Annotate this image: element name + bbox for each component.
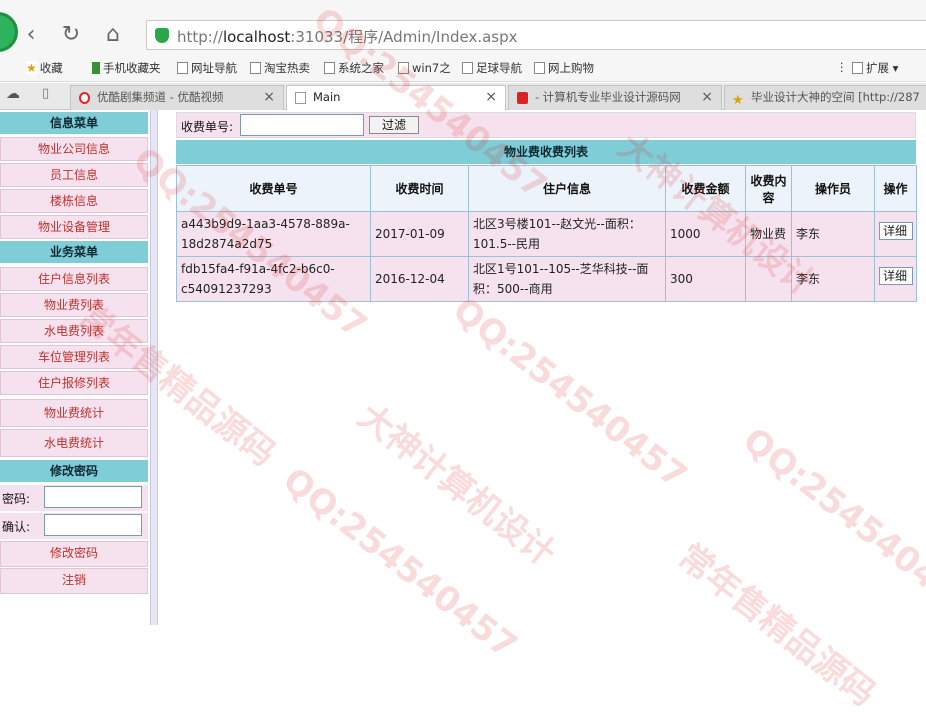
confirm-row: 确认: [0, 513, 148, 539]
confirm-input[interactable] [44, 514, 142, 536]
page-icon[interactable]: ▯ [42, 86, 49, 101]
column-header: 操作 [874, 165, 917, 212]
site-icon [517, 92, 528, 104]
tab-main[interactable]: Main × [286, 85, 506, 111]
tab-youku[interactable]: 优酷剧集频道 - 优酷视频 × [70, 85, 284, 110]
star-icon: ★ [732, 93, 744, 108]
operator-cell: 李东 [791, 211, 875, 257]
fee-table: 收费单号 收费时间 住户信息 收费金额 收费内容 操作员 操作 a443b9d9… [176, 165, 917, 302]
back-icon[interactable]: ‹ [16, 20, 46, 50]
fee-id-input[interactable] [240, 114, 364, 136]
sidebar: 信息菜单 物业公司信息 员工信息 楼栋信息 物业设备管理 业务菜单 住户信息列表… [0, 110, 152, 640]
table-row: a443b9d9-1aa3-4578-889a-18d2874a2d75 201… [176, 211, 917, 257]
menu-item-property-stats[interactable]: 物业费统计 [0, 399, 148, 427]
amount-cell: 1000 [665, 211, 746, 257]
fee-id-cell: a443b9d9-1aa3-4578-889a-18d2874a2d75 [176, 211, 371, 257]
menu-item-company[interactable]: 物业公司信息 [0, 137, 148, 161]
more-icon[interactable]: ⋮ [836, 60, 848, 74]
close-icon[interactable]: × [701, 86, 713, 109]
bookmark-item[interactable]: 网址导航 [177, 60, 237, 76]
change-password-button[interactable]: 修改密码 [0, 541, 148, 567]
filter-button[interactable]: 过滤 [369, 116, 419, 134]
content-cell: 物业费 [745, 211, 792, 257]
cloud-icon[interactable]: ☁ [6, 86, 20, 102]
menu-item-repairs[interactable]: 住户报修列表 [0, 371, 148, 395]
secure-shield-icon [155, 28, 169, 43]
column-header: 收费单号 [176, 165, 371, 212]
bookmark-item[interactable]: 网上购物 [534, 60, 594, 76]
action-cell: 详细 [874, 256, 917, 302]
page-icon [295, 92, 306, 104]
extensions-button[interactable]: 扩展 ▾ [852, 60, 898, 76]
phone-icon [92, 62, 100, 74]
page-icon [534, 62, 545, 74]
confirm-label: 确认: [2, 520, 31, 534]
column-header: 操作员 [791, 165, 875, 212]
filter-label: 收费单号: [181, 120, 234, 134]
bookmark-item[interactable]: 足球导航 [462, 60, 522, 76]
fee-id-cell: fdb15fa4-f91a-4fc2-b6c0-c54091237293 [176, 256, 371, 302]
table-title: 物业费收费列表 [176, 140, 916, 164]
fee-time-cell: 2017-01-09 [370, 211, 469, 257]
page-content: 信息菜单 物业公司信息 员工信息 楼栋信息 物业设备管理 业务菜单 住户信息列表… [0, 110, 926, 640]
star-icon: ★ [26, 61, 37, 75]
filter-bar: 收费单号: 过滤 [176, 112, 916, 138]
password-input[interactable] [44, 486, 142, 508]
menu-item-staff[interactable]: 员工信息 [0, 163, 148, 187]
grid-icon [852, 62, 863, 74]
tab-strip: ☁ ▯ 优酷剧集频道 - 优酷视频 × Main × - 计算机专业毕业设计源码… [0, 83, 926, 111]
resident-cell: 北区3号楼101--赵文光--面积：101.5--民用 [468, 211, 666, 257]
table-row: fdb15fa4-f91a-4fc2-b6c0-c54091237293 201… [176, 256, 917, 302]
bookmark-item[interactable]: ★ 收藏 [26, 60, 63, 76]
browser-toolbar: ‹ ↻ ⌂ http://localhost:31033/程序/Admin/In… [0, 0, 926, 56]
menu-item-residents[interactable]: 住户信息列表 [0, 267, 148, 291]
bookmark-item[interactable]: 手机收藏夹 [92, 60, 161, 76]
amount-cell: 300 [665, 256, 746, 302]
tab-space[interactable]: ★ 毕业设计大神的空间 [http://287 [724, 85, 926, 110]
password-label: 密码: [2, 492, 31, 506]
bookmark-item[interactable]: 淘宝热卖 [250, 60, 310, 76]
close-icon[interactable]: × [485, 86, 497, 109]
resident-cell: 北区1号101--105--芝华科技--面积：500--商用 [468, 256, 666, 302]
menu-item-property-fee[interactable]: 物业费列表 [0, 293, 148, 317]
operator-cell: 李东 [791, 256, 875, 302]
logout-button[interactable]: 注销 [0, 568, 148, 594]
page-icon [250, 62, 261, 74]
table-header-row: 收费单号 收费时间 住户信息 收费金额 收费内容 操作员 操作 [176, 165, 917, 212]
menu-header-info: 信息菜单 [0, 112, 148, 134]
column-header: 收费内容 [745, 165, 792, 212]
page-icon [398, 62, 409, 74]
tab-source-site[interactable]: - 计算机专业毕业设计源码网 × [508, 85, 722, 110]
page-icon [462, 62, 473, 74]
menu-item-utility-fee[interactable]: 水电费列表 [0, 319, 148, 343]
detail-button[interactable]: 详细 [879, 222, 913, 240]
column-header: 收费金额 [665, 165, 746, 212]
page-icon [177, 62, 188, 74]
home-icon[interactable]: ⌂ [98, 20, 128, 50]
bookmark-item[interactable]: win7之 [398, 60, 451, 76]
column-header: 住户信息 [468, 165, 666, 212]
action-cell: 详细 [874, 211, 917, 257]
menu-item-parking[interactable]: 车位管理列表 [0, 345, 148, 369]
column-header: 收费时间 [370, 165, 469, 212]
content-cell [745, 256, 792, 302]
menu-item-equipment[interactable]: 物业设备管理 [0, 215, 148, 239]
detail-button[interactable]: 详细 [879, 267, 913, 285]
menu-header-password: 修改密码 [0, 460, 148, 482]
fee-time-cell: 2016-12-04 [370, 256, 469, 302]
menu-item-building[interactable]: 楼栋信息 [0, 189, 148, 213]
address-bar[interactable]: http://localhost:31033/程序/Admin/Index.as… [146, 20, 926, 50]
youku-icon [79, 92, 90, 104]
menu-header-business: 业务菜单 [0, 241, 148, 263]
frame-divider[interactable] [150, 110, 158, 625]
close-icon[interactable]: × [263, 86, 275, 109]
bookmark-item[interactable]: 系统之家 [324, 60, 384, 76]
bookmarks-bar: ★ 收藏 手机收藏夹 网址导航 淘宝热卖 系统之家 win7之 足球导航 网上购物… [0, 56, 926, 82]
refresh-icon[interactable]: ↻ [56, 20, 86, 50]
menu-item-utility-stats[interactable]: 水电费统计 [0, 429, 148, 457]
password-row: 密码: [0, 485, 148, 511]
windows-icon [324, 62, 335, 74]
url-text[interactable]: http://localhost:31033/程序/Admin/Index.as… [177, 26, 518, 47]
